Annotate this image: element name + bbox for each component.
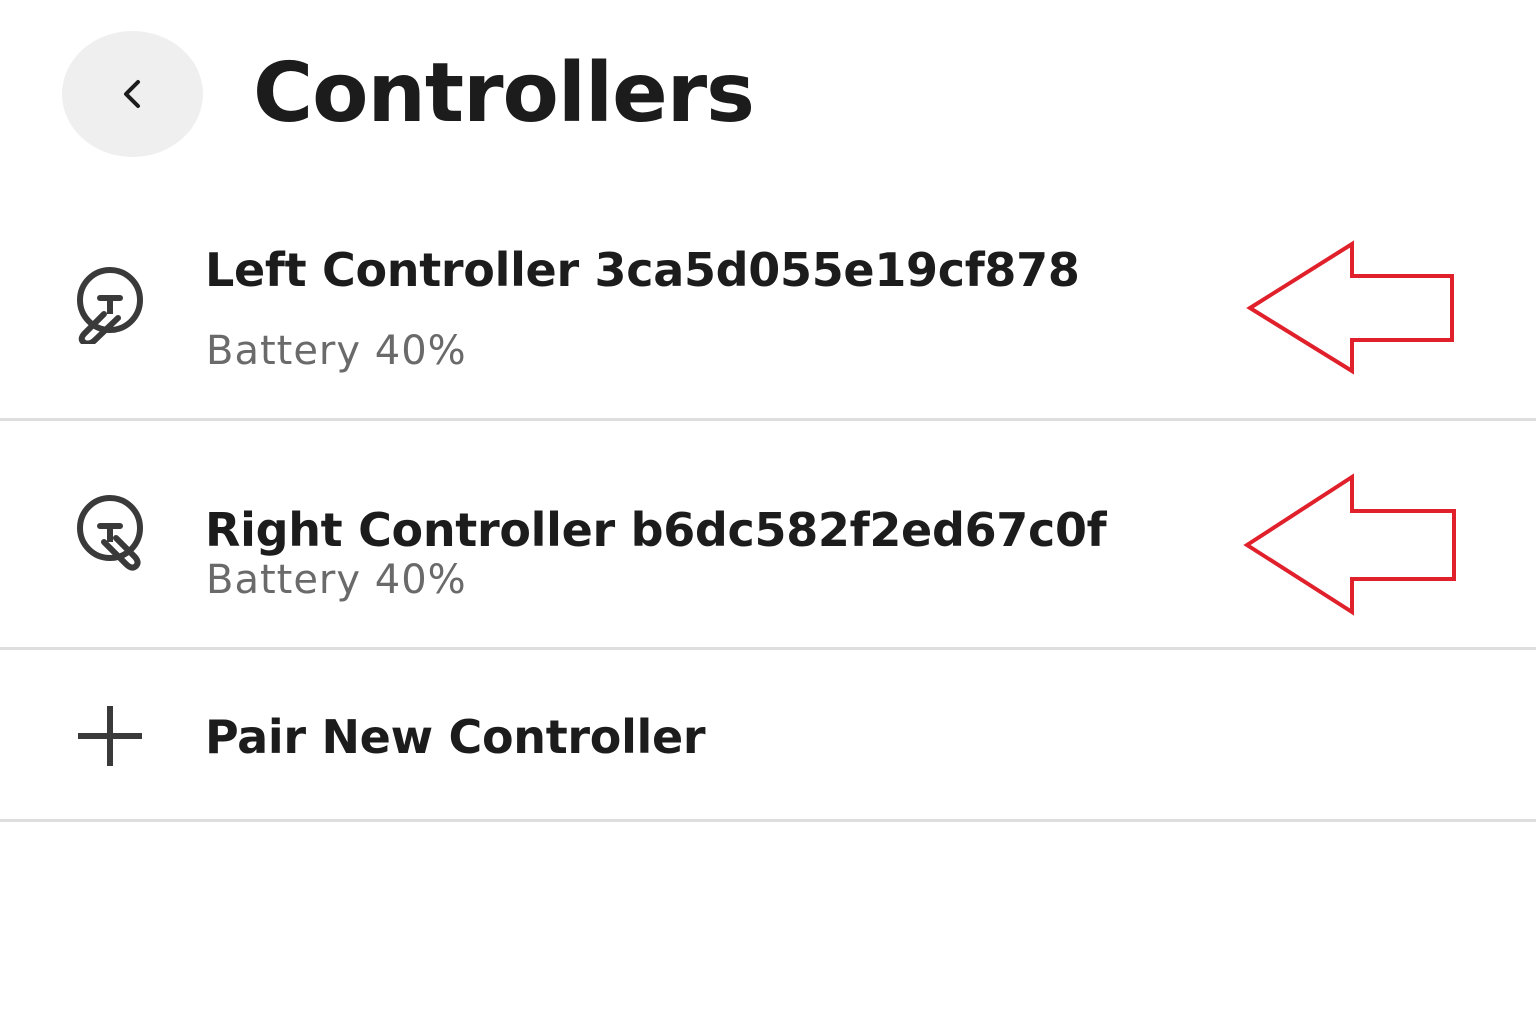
battery-status: Battery 40% (206, 328, 467, 374)
controller-name: Right Controller b6dc582f2ed67c0f (205, 503, 1107, 557)
controller-name: Left Controller 3ca5d055e19cf878 (205, 243, 1080, 297)
pair-new-controller-label: Pair New Controller (205, 710, 706, 764)
page-title: Controllers (253, 46, 755, 141)
right-controller-icon (70, 492, 150, 572)
left-controller-icon (70, 264, 150, 344)
annotation-arrow-icon (1237, 471, 1467, 621)
annotation-arrow-icon (1240, 238, 1470, 388)
battery-status: Battery 40% (206, 557, 467, 603)
back-button[interactable] (62, 31, 203, 157)
pair-new-controller-button[interactable]: Pair New Controller (0, 650, 1536, 822)
divider (0, 819, 1536, 822)
plus-icon (70, 696, 150, 776)
chevron-left-icon (123, 80, 140, 108)
